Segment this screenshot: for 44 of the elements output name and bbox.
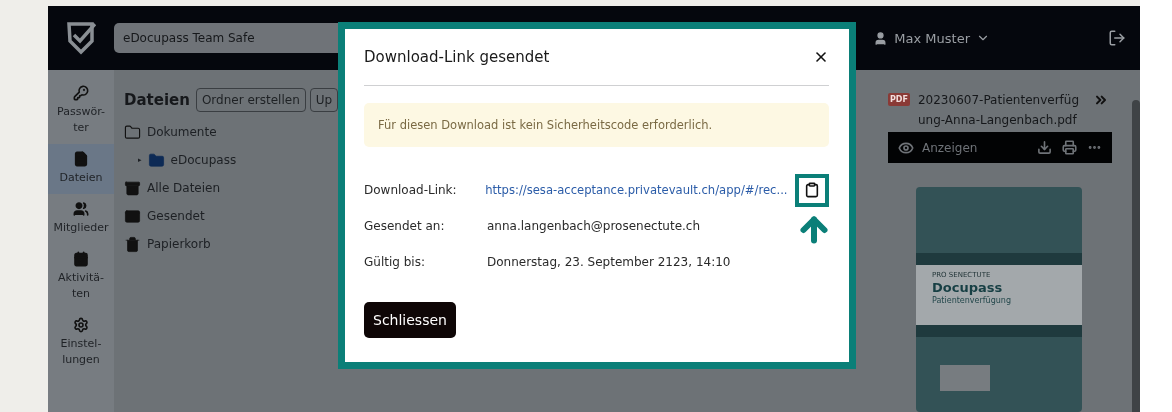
field-label: Gültig bis: bbox=[364, 255, 426, 269]
download-icon[interactable] bbox=[1037, 140, 1052, 156]
users-icon bbox=[73, 201, 89, 217]
sidebar-item[interactable]: Dateien bbox=[48, 144, 114, 194]
tree-item[interactable]: Gesendet bbox=[147, 209, 205, 223]
sidebar-item[interactable]: Aktivitä-ten bbox=[48, 244, 114, 310]
tree-item[interactable]: Papierkorb bbox=[147, 237, 211, 251]
section-title: Dateien bbox=[124, 91, 190, 109]
field-value: Donnerstag, 23. September 2123, 14:10 bbox=[487, 255, 731, 269]
file-icon bbox=[73, 151, 89, 167]
sidebar-item[interactable]: Mitglieder bbox=[48, 194, 114, 244]
info-alert: Für diesen Download ist kein Sicherheitscode erforderlich. bbox=[364, 103, 829, 147]
settings-icon bbox=[73, 317, 89, 333]
document-subtitle: Patientenverfügung bbox=[932, 296, 1012, 306]
sidebar-item[interactable]: Einstel-lungen bbox=[48, 310, 114, 376]
folder-icon bbox=[147, 151, 165, 169]
close-button[interactable]: Schliessen bbox=[364, 302, 456, 338]
clipboard-icon[interactable] bbox=[803, 181, 822, 199]
close-icon[interactable] bbox=[813, 49, 829, 65]
scrollbar[interactable] bbox=[1132, 100, 1140, 412]
view-button[interactable]: Anzeigen bbox=[898, 139, 978, 156]
field-label: Download-Link: bbox=[364, 183, 458, 197]
key-icon bbox=[73, 85, 89, 101]
dialog-title: Download-Link gesendet bbox=[364, 48, 550, 66]
sidebar-item[interactable]: Passwör-ter bbox=[48, 78, 114, 144]
document-title: Docupass bbox=[932, 280, 1003, 296]
toolbar-button[interactable]: Ordner erstellen bbox=[195, 88, 306, 112]
shield-logo-icon bbox=[66, 21, 96, 55]
field-label: Gesendet an: bbox=[364, 219, 446, 233]
user-icon bbox=[873, 30, 889, 46]
tree-item[interactable]: eDocupass bbox=[170, 153, 237, 167]
tree-item[interactable]: Dokumente bbox=[147, 125, 217, 139]
tree-item[interactable]: Alle Dateien bbox=[147, 181, 221, 195]
folder-icon bbox=[124, 123, 141, 141]
file-name: 20230607-Patientenverfüg ung-Anna-Langenbach.pdf bbox=[917, 92, 1079, 129]
print-icon[interactable] bbox=[1062, 140, 1077, 156]
field-value: anna.langenbach@prosenectute.ch bbox=[487, 219, 701, 233]
form-card bbox=[940, 365, 990, 392]
download-link[interactable]: https://sesa-acceptance.privatevault.ch/app/#/rec... bbox=[485, 183, 795, 197]
logout-icon[interactable] bbox=[1108, 29, 1126, 47]
archive-icon bbox=[124, 179, 141, 197]
user-menu[interactable]: Max Muster bbox=[873, 30, 990, 46]
pdf-icon: PDF bbox=[888, 93, 910, 106]
trash-icon bbox=[124, 235, 141, 253]
